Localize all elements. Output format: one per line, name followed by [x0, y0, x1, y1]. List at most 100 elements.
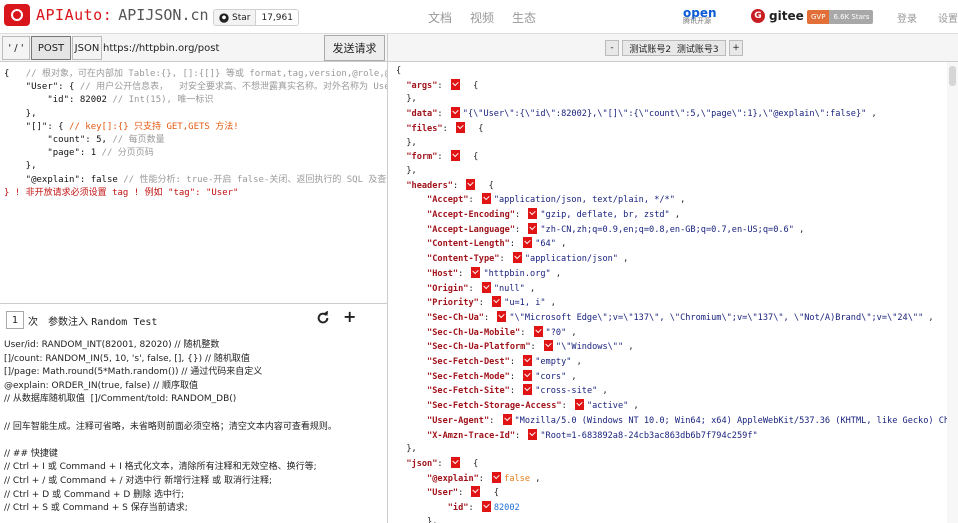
check-icon[interactable] [466, 178, 476, 190]
star-count[interactable]: 17,961 [256, 10, 298, 25]
check-icon[interactable] [481, 281, 491, 293]
random-line: []/page: Math.round(5*Math.random()) // … [4, 367, 263, 378]
star-label: Star [232, 12, 251, 23]
random-test-title: 参数注入 Random Test [48, 313, 157, 328]
random-count-input[interactable]: 1 [6, 311, 24, 329]
json-value: "Mozilla/5.0 (Windows NT 10.0; Win64; x6… [514, 415, 958, 426]
response-viewer[interactable]: { "args": { }, "data": "{\"User\":{\"id\… [396, 62, 958, 523]
nav-videos[interactable]: 视频 [470, 9, 494, 26]
nav-ecosystem[interactable]: 生态 [512, 9, 536, 26]
remove-account-button[interactable]: - [605, 40, 619, 56]
check-icon[interactable] [523, 384, 533, 396]
check-icon[interactable] [533, 325, 543, 337]
code-line: "id": 82002 // Int(15), 唯一标识 [4, 95, 213, 105]
check-icon[interactable] [543, 340, 553, 352]
json-value: "gzip, deflate, br, zstd" [540, 210, 670, 221]
check-icon[interactable] [528, 208, 538, 220]
brand[interactable]: APIAuto: APIJSON.cn [4, 4, 209, 26]
response-scrollbar[interactable] [947, 62, 958, 523]
random-line: // Ctrl + I 或 Command + I 格式化文本，清除所有注释和无… [4, 462, 317, 473]
code-comment: // key[]:{} 只支持 GET,GETS 方法! [69, 121, 239, 132]
code-comment: // 分页页码 [101, 148, 154, 159]
check-icon[interactable] [523, 369, 533, 381]
github-star-button[interactable]: Star [214, 10, 257, 25]
json-key: "Origin" [427, 283, 469, 294]
code-line: }, [4, 108, 37, 119]
tag-button[interactable]: ' / ' [2, 36, 30, 60]
panel-divider[interactable] [387, 34, 388, 523]
json-key: "data" [406, 109, 438, 120]
json-key: "Sec-Fetch-Mode" [427, 371, 510, 382]
json-key: "form" [406, 152, 438, 163]
code-line: { // 根对象，可在内部加 Table:{}, []:{[]} 等或 form… [4, 69, 387, 79]
random-line: []/count: RANDOM_IN(5, 10, 's', false, [… [4, 353, 250, 364]
check-icon[interactable] [528, 428, 538, 440]
login-link[interactable]: 登录 [897, 10, 917, 25]
check-icon[interactable] [450, 150, 460, 162]
json-key: "Content-Length" [427, 239, 510, 250]
github-star-widget[interactable]: Star 17,961 [213, 9, 299, 26]
check-icon[interactable] [502, 413, 512, 425]
check-icon[interactable] [481, 501, 491, 513]
check-icon[interactable] [450, 107, 460, 119]
json-value: "httpbin.org" [483, 268, 551, 279]
random-count-unit: 次 [28, 316, 38, 328]
json-key: "User-Agent" [427, 415, 490, 426]
check-icon[interactable] [523, 237, 533, 249]
check-icon[interactable] [481, 193, 491, 205]
gitee-label: gitee [769, 9, 804, 23]
method-post-button[interactable]: POST [31, 36, 71, 60]
json-key: "args" [406, 80, 438, 91]
code-line: "[]": { // key[]:{} 只支持 GET,GETS 方法! [4, 122, 239, 132]
check-icon[interactable] [450, 456, 460, 468]
random-line: // Ctrl + D 或 Command + D 删除 选中行; [4, 489, 185, 500]
refresh-icon[interactable] [316, 311, 330, 325]
nav-docs[interactable]: 文档 [428, 9, 452, 26]
gvp-badge[interactable]: GVP 6.6K Stars [807, 10, 874, 24]
check-icon[interactable] [471, 486, 481, 498]
type-json-button[interactable]: JSON [72, 36, 102, 60]
json-value: "null" [493, 283, 525, 294]
account-tab-2[interactable]: 测试账号2 [629, 42, 671, 55]
request-editor[interactable]: { // 根对象，可在内部加 Table:{}, []:{[]} 等或 form… [0, 62, 387, 303]
add-account-button[interactable]: + [729, 40, 743, 56]
check-icon[interactable] [455, 121, 465, 133]
check-icon[interactable] [450, 78, 460, 90]
check-icon[interactable] [492, 296, 502, 308]
add-random-icon[interactable]: + [343, 309, 356, 325]
code-line: "page": 1 // 分页页码 [4, 148, 154, 159]
url-input[interactable] [103, 38, 323, 58]
random-line: User/id: RANDOM_INT(82001, 82020) // 随机整… [4, 340, 220, 350]
json-value: "application/json, text/plain, */*" [493, 195, 675, 206]
random-config-editor[interactable]: User/id: RANDOM_INT(82001, 82020) // 随机整… [4, 336, 387, 523]
check-icon[interactable] [497, 310, 507, 322]
settings-link[interactable]: 设置 [938, 10, 958, 25]
scrollbar-thumb[interactable] [949, 66, 956, 86]
check-icon[interactable] [528, 222, 538, 234]
check-icon[interactable] [492, 471, 502, 483]
check-icon[interactable] [523, 355, 533, 367]
json-key: "Sec-Fetch-Storage-Access" [427, 401, 562, 412]
code-line: "count": 5, // 每页数量 [4, 135, 164, 145]
send-request-button[interactable]: 发送请求 [324, 35, 385, 61]
code-line: "User": { // 用户公开信息表， 对安全要求高、不想泄露真实名称。对外… [4, 82, 387, 92]
check-icon[interactable] [574, 399, 584, 411]
apiauto-logo-icon [4, 4, 30, 26]
code-text: "[]": { [4, 121, 70, 132]
json-value: "\"Windows\"" [555, 342, 624, 353]
json-key: "Host" [427, 268, 459, 279]
json-key: "files" [406, 123, 443, 134]
json-value: "{\"User\":{\"id\":82002},\"[]\":{\"coun… [462, 109, 867, 120]
code-text: "id": 82002 [4, 95, 113, 106]
code-line: }, [4, 161, 37, 172]
code-line: "@explain": false // 性能分析: true-开启 false… [4, 175, 387, 185]
json-value: 82002 [493, 503, 520, 514]
tencent-open-badge[interactable]: open 腾讯开源 [683, 7, 717, 25]
json-key: "Accept-Encoding" [427, 210, 516, 221]
account-tab-3[interactable]: 测试账号3 [677, 42, 719, 55]
json-key: "Sec-Fetch-Dest" [427, 357, 510, 368]
gitee-link[interactable]: G gitee [751, 9, 804, 23]
json-key: "Content-Type" [427, 254, 500, 265]
check-icon[interactable] [471, 266, 481, 278]
check-icon[interactable] [512, 252, 522, 264]
